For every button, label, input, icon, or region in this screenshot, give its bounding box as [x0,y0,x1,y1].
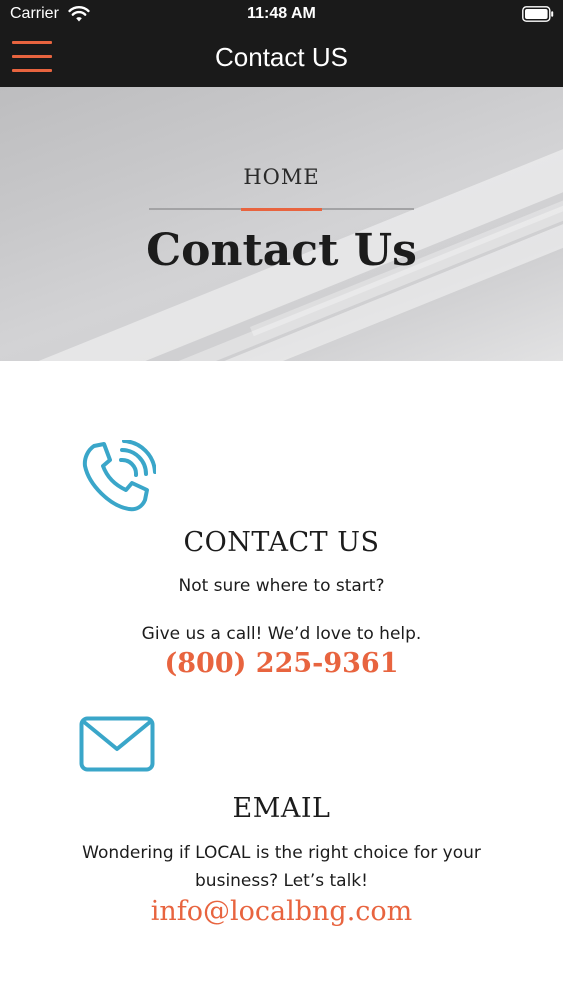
email-address-link[interactable]: info@localbng.com [0,896,563,927]
envelope-icon [79,716,155,772]
status-time: 11:48 AM [247,5,316,22]
contact-heading: CONTACT US [183,527,380,558]
email-heading: EMAIL [232,793,331,824]
breadcrumb-home[interactable]: HOME [0,165,563,189]
contact-line-1: Not sure where to start? [178,576,385,596]
phone-icon [82,440,156,512]
navigation-bar: Contact US [0,30,563,87]
email-line-1: Wondering if LOCAL is the right choice f… [82,843,481,863]
email-line-2: business? Let’s talk! [195,871,368,891]
breadcrumb-divider-accent [241,208,322,211]
page-title: Contact Us [146,225,417,276]
contact-line-2: Give us a call! We’d love to help. [141,624,422,644]
contact-page: Carrier 11:48 AM Contact US HOME Contact… [0,0,563,1000]
hero-banner: HOME Contact Us [0,87,563,361]
phone-number-link[interactable]: (800) 225-9361 [0,648,563,679]
nav-title: Contact US [215,42,348,72]
battery-icon [522,6,554,22]
status-bar: Carrier 11:48 AM [0,0,563,30]
